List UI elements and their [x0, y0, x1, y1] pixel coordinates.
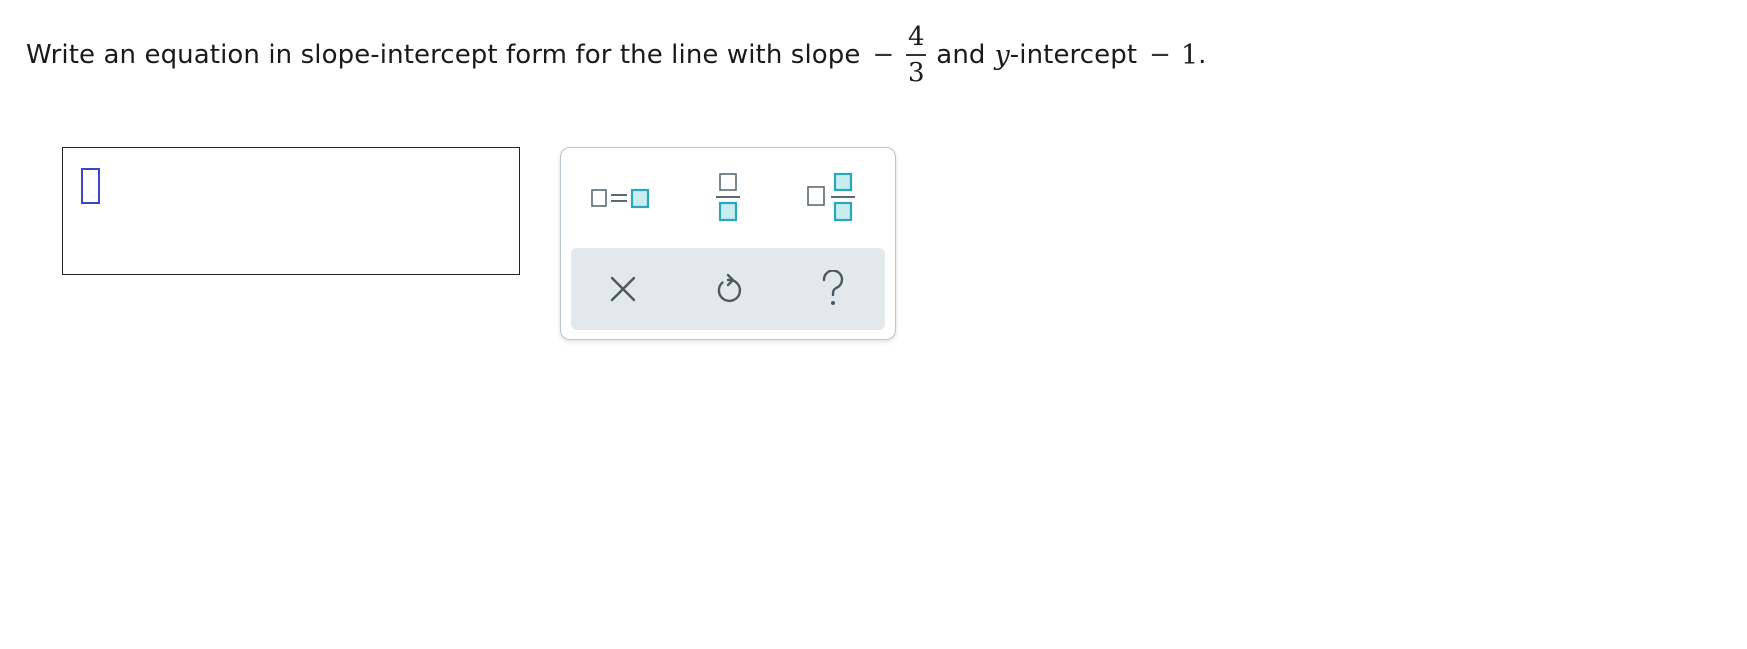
clear-button[interactable]	[583, 259, 663, 319]
clear-icon	[608, 274, 638, 304]
answer-input[interactable]	[62, 147, 520, 275]
question-prefix: Write an equation in slope-intercept for…	[26, 40, 861, 70]
help-button[interactable]	[793, 259, 873, 319]
question-period: .	[1198, 40, 1207, 70]
intercept-value: 1	[1180, 39, 1199, 71]
fraction-template-icon	[713, 171, 743, 223]
help-icon	[820, 270, 846, 308]
equation-template-icon	[590, 182, 656, 212]
palette-action-row	[571, 248, 885, 330]
palette-template-row	[571, 162, 885, 232]
slope-fraction: 4 3	[906, 22, 927, 88]
question-text: Write an equation in slope-intercept for…	[26, 14, 1207, 96]
slope-minus-sign: −	[872, 40, 895, 70]
y-variable: y	[994, 39, 1010, 71]
undo-icon	[713, 273, 743, 305]
question-intercept-label: -intercept	[1009, 40, 1138, 70]
intercept-minus-sign: −	[1149, 40, 1171, 70]
undo-button[interactable]	[688, 259, 768, 319]
input-cursor-placeholder	[81, 168, 100, 204]
slope-denominator: 3	[908, 58, 925, 88]
question-and: and	[936, 40, 986, 70]
fraction-template-button[interactable]	[688, 167, 768, 227]
slope-numerator: 4	[908, 22, 925, 52]
math-palette	[560, 147, 896, 340]
equation-template-button[interactable]	[583, 167, 663, 227]
mixed-number-template-button[interactable]	[793, 167, 873, 227]
mixed-number-template-icon	[805, 171, 861, 223]
